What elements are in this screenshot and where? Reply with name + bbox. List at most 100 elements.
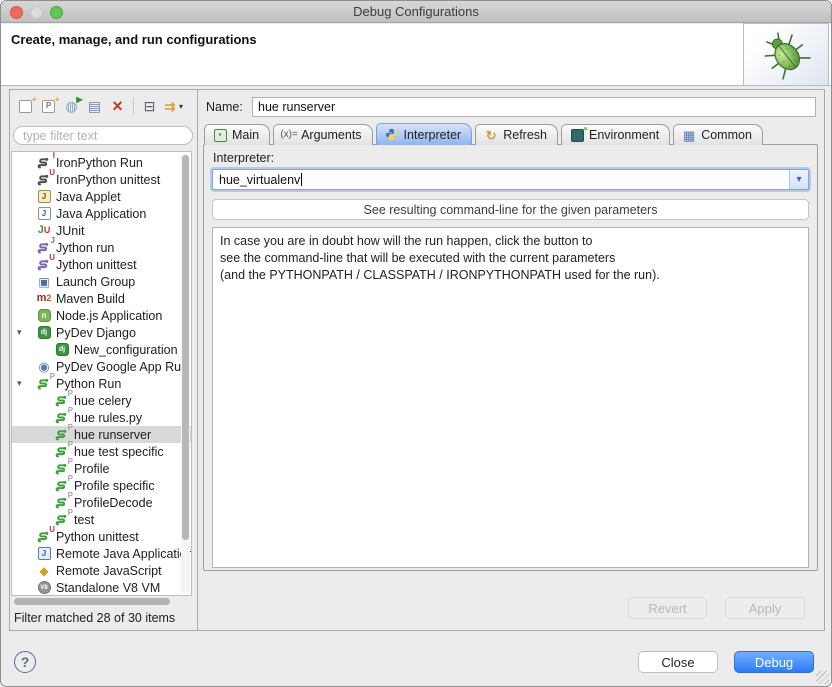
new-prototype-button[interactable]: P+ xyxy=(37,95,60,117)
tree-item-remote-java-application[interactable]: J Remote Java Application xyxy=(12,545,191,562)
filter-button-icon: ⇉ xyxy=(162,99,178,114)
tab-label: Arguments xyxy=(301,128,361,142)
filter-input[interactable] xyxy=(13,126,193,145)
window-title: Debug Configurations xyxy=(1,1,831,23)
tree-item-label: Python Run xyxy=(56,377,121,391)
tree-item-label: hue celery xyxy=(74,394,132,408)
tab-refresh[interactable]: ↻Refresh xyxy=(475,124,558,145)
tree-item-profile[interactable]: PProfile xyxy=(12,460,191,477)
tab-label: Environment xyxy=(589,128,659,142)
tree-item-java-applet[interactable]: JJava Applet xyxy=(12,188,191,205)
tree-item-profile-specific[interactable]: PProfile specific xyxy=(12,477,191,494)
combo-dropdown-button[interactable]: ▾ xyxy=(789,170,808,189)
export-configurations-button[interactable]: ◍▶ xyxy=(60,95,83,117)
junit-icon: JU xyxy=(36,223,52,238)
tree-item-label: Python unittest xyxy=(56,530,139,544)
vertical-scrollbar[interactable] xyxy=(181,154,190,593)
tree-item-label: Profile xyxy=(74,462,109,476)
maven-icon: m2 xyxy=(36,291,52,306)
tab-common[interactable]: ▦Common xyxy=(673,124,763,145)
tree-item-label: Maven Build xyxy=(56,292,125,306)
info-text-area[interactable]: In case you are in doubt how will the ru… xyxy=(212,227,809,568)
tree-item-junit[interactable]: JUJUnit xyxy=(12,222,191,239)
tree-item-label: IronPython Run xyxy=(56,156,143,170)
tree-item-hue-test-specific[interactable]: Phue test specific xyxy=(12,443,191,460)
new-configuration-button[interactable]: + xyxy=(14,95,37,117)
name-input[interactable] xyxy=(252,97,816,117)
tree-item-label: PyDev Google App Run xyxy=(56,360,188,374)
python-run-icon: P xyxy=(54,512,70,527)
tab-arguments[interactable]: (x)= Arguments xyxy=(273,124,372,145)
delete-button[interactable]: × xyxy=(106,95,129,117)
tree-item-label: test xyxy=(74,513,94,527)
tree-item-jython-unittest[interactable]: UJython unittest xyxy=(12,256,191,273)
tree-item-label: Java Application xyxy=(56,207,146,221)
python-unittest-icon: U xyxy=(36,529,52,544)
tree-item-label: Standalone V8 VM xyxy=(56,581,160,595)
configuration-tree[interactable]: IIronPython RunUIronPython unittestJJava… xyxy=(11,151,192,596)
tree-item-label: New_configuration xyxy=(74,343,178,357)
tab-bar: ▪Main (x)= Arguments Interpreter↻Refresh ● En… xyxy=(204,123,766,145)
horizontal-scrollbar[interactable] xyxy=(14,598,170,605)
arguments-tab-icon: (x)= xyxy=(281,128,297,143)
toolbar-separator xyxy=(133,97,134,115)
collapse-all-button[interactable]: ⊟ xyxy=(138,95,161,117)
tree-item-maven-build[interactable]: m2 Maven Build xyxy=(12,290,191,307)
tree-item-remote-javascript[interactable]: ◆Remote JavaScript xyxy=(12,562,191,579)
java-applet-icon: J xyxy=(36,189,52,204)
apply-button[interactable]: Apply xyxy=(725,597,805,619)
scrollbar-thumb[interactable] xyxy=(182,155,189,540)
delete-button-icon: × xyxy=(110,99,126,114)
configuration-detail-panel: Name: ▪Main(x)=ArgumentsInterpreter↻Refr… xyxy=(197,89,825,631)
interpreter-combo[interactable]: hue_virtualenv ▾ xyxy=(212,169,809,190)
tab-label: Refresh xyxy=(503,128,547,142)
see-command-line-button[interactable]: See resulting command-line for the given… xyxy=(212,199,809,220)
duplicate-button-icon: ▤ xyxy=(87,99,103,114)
expander-icon[interactable]: ▾ xyxy=(17,324,22,341)
dropdown-caret-icon: ▾ xyxy=(179,102,183,111)
title-bar[interactable]: Debug Configurations xyxy=(1,1,831,23)
tree-item-node-js-application[interactable]: nNode.js Application xyxy=(12,307,191,324)
help-button[interactable]: ? xyxy=(14,651,36,673)
tab-interpreter[interactable]: Interpreter xyxy=(376,123,473,145)
tree-item-profiledecode[interactable]: PProfileDecode xyxy=(12,494,191,511)
tree-item-label: Remote Java Application xyxy=(56,547,192,561)
django-icon: dj xyxy=(36,325,52,340)
tree-item-hue-celery[interactable]: Phue celery xyxy=(12,392,191,409)
tree-item-pydev-django[interactable]: ▾ dj PyDev Django xyxy=(12,324,191,341)
tree-item-python-unittest[interactable]: U Python unittest xyxy=(12,528,191,545)
tree-item-test[interactable]: Ptest xyxy=(12,511,191,528)
tree-item-launch-group[interactable]: ▣Launch Group xyxy=(12,273,191,290)
tree-item-label: Profile specific xyxy=(74,479,155,493)
tree-item-hue-rules-py[interactable]: Phue rules.py xyxy=(12,409,191,426)
expander-icon[interactable]: ▾ xyxy=(17,375,22,392)
tree-item-hue-runserver[interactable]: Phue runserver xyxy=(12,426,191,443)
tree-item-ironpython-run[interactable]: IIronPython Run xyxy=(12,154,191,171)
debug-button[interactable]: Debug xyxy=(734,651,814,673)
tree-item-label: hue runserver xyxy=(74,428,151,442)
tree-item-java-application[interactable]: JJava Application xyxy=(12,205,191,222)
remote-javascript-icon: ◆ xyxy=(36,563,52,578)
tab-environment[interactable]: ● Environment xyxy=(561,124,670,145)
interpreter-value: hue_virtualenv xyxy=(213,173,300,187)
duplicate-button[interactable]: ▤ xyxy=(83,95,106,117)
text-cursor xyxy=(301,173,302,186)
close-button[interactable]: Close xyxy=(638,651,718,673)
tree-item-python-run[interactable]: ▾PPython Run xyxy=(12,375,191,392)
tree-item-jython-run[interactable]: JJython run xyxy=(12,239,191,256)
v8-vm-icon: V8 xyxy=(36,580,52,595)
filter-button[interactable]: ⇉▾ xyxy=(161,95,184,117)
tab-main[interactable]: ▪Main xyxy=(204,124,270,145)
tree-item-new-configuration[interactable]: djNew_configuration xyxy=(12,341,191,358)
tree-item-standalone-v8-vm[interactable]: V8 Standalone V8 VM xyxy=(12,579,191,596)
remote-java-icon: J xyxy=(36,546,52,561)
tree-item-ironpython-unittest[interactable]: UIronPython unittest xyxy=(12,171,191,188)
tree-item-pydev-google-app-run[interactable]: ◉PyDev Google App Run xyxy=(12,358,191,375)
interpreter-label: Interpreter: xyxy=(213,151,274,165)
revert-button[interactable]: Revert xyxy=(628,597,707,619)
tree-item-label: PyDev Django xyxy=(56,326,136,340)
common-tab-icon: ▦ xyxy=(681,128,697,143)
tree-item-label: IronPython unittest xyxy=(56,173,160,187)
environment-tab-icon: ● xyxy=(569,128,585,143)
resize-grip[interactable] xyxy=(816,671,829,684)
